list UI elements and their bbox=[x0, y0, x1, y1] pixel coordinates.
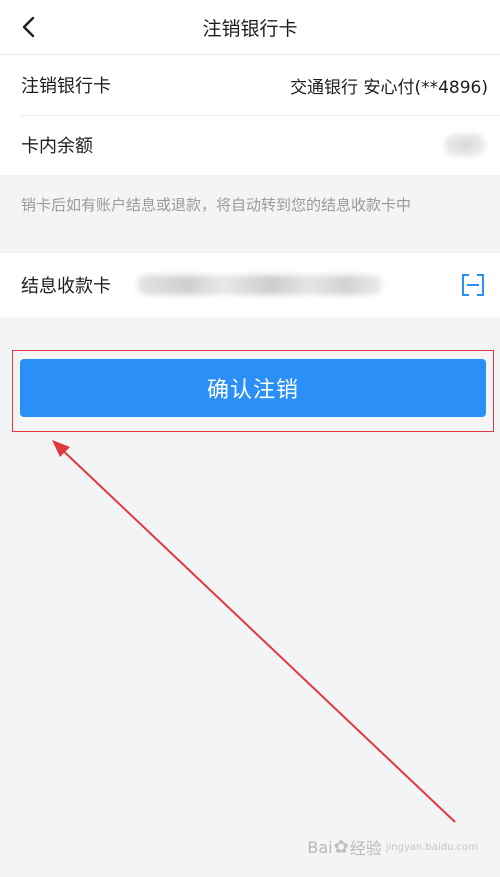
interest-card-row[interactable]: 结息收款卡 bbox=[0, 253, 500, 317]
scan-button[interactable] bbox=[458, 270, 488, 300]
page-title: 注销银行卡 bbox=[202, 17, 298, 40]
watermark-brand-b: 经验 bbox=[349, 839, 382, 858]
interest-card-number-blurred bbox=[137, 275, 383, 295]
balance-row: 卡内余额 bbox=[0, 115, 500, 175]
back-button[interactable] bbox=[14, 12, 44, 42]
confirm-cancel-button[interactable]: 确认注销 bbox=[20, 359, 486, 417]
watermark-brand-a: Bai bbox=[307, 837, 333, 857]
interest-card-label: 结息收款卡 bbox=[21, 276, 111, 297]
bank-card-value: 交通银行 安心付(**4896) bbox=[290, 77, 488, 98]
paw-icon: ✿ bbox=[333, 836, 349, 858]
bank-card-row: 注销银行卡 交通银行 安心付(**4896) bbox=[0, 55, 500, 115]
balance-label: 卡内余额 bbox=[21, 136, 93, 157]
navigation-bar: 注销银行卡 bbox=[0, 0, 500, 55]
balance-value-blurred bbox=[444, 133, 486, 157]
notice-text: 销卡后如有账户结息或退款，将自动转到您的结息收款卡中 bbox=[0, 175, 500, 253]
watermark-url: jingyan.baidu.com bbox=[385, 841, 478, 853]
bank-card-label: 注销银行卡 bbox=[21, 76, 111, 97]
chevron-left-icon bbox=[22, 16, 35, 38]
scan-icon bbox=[462, 274, 484, 296]
confirm-highlight-box: 确认注销 bbox=[12, 350, 494, 432]
watermark: Bai ✿ 经验 jingyan.baidu.com bbox=[307, 835, 478, 859]
